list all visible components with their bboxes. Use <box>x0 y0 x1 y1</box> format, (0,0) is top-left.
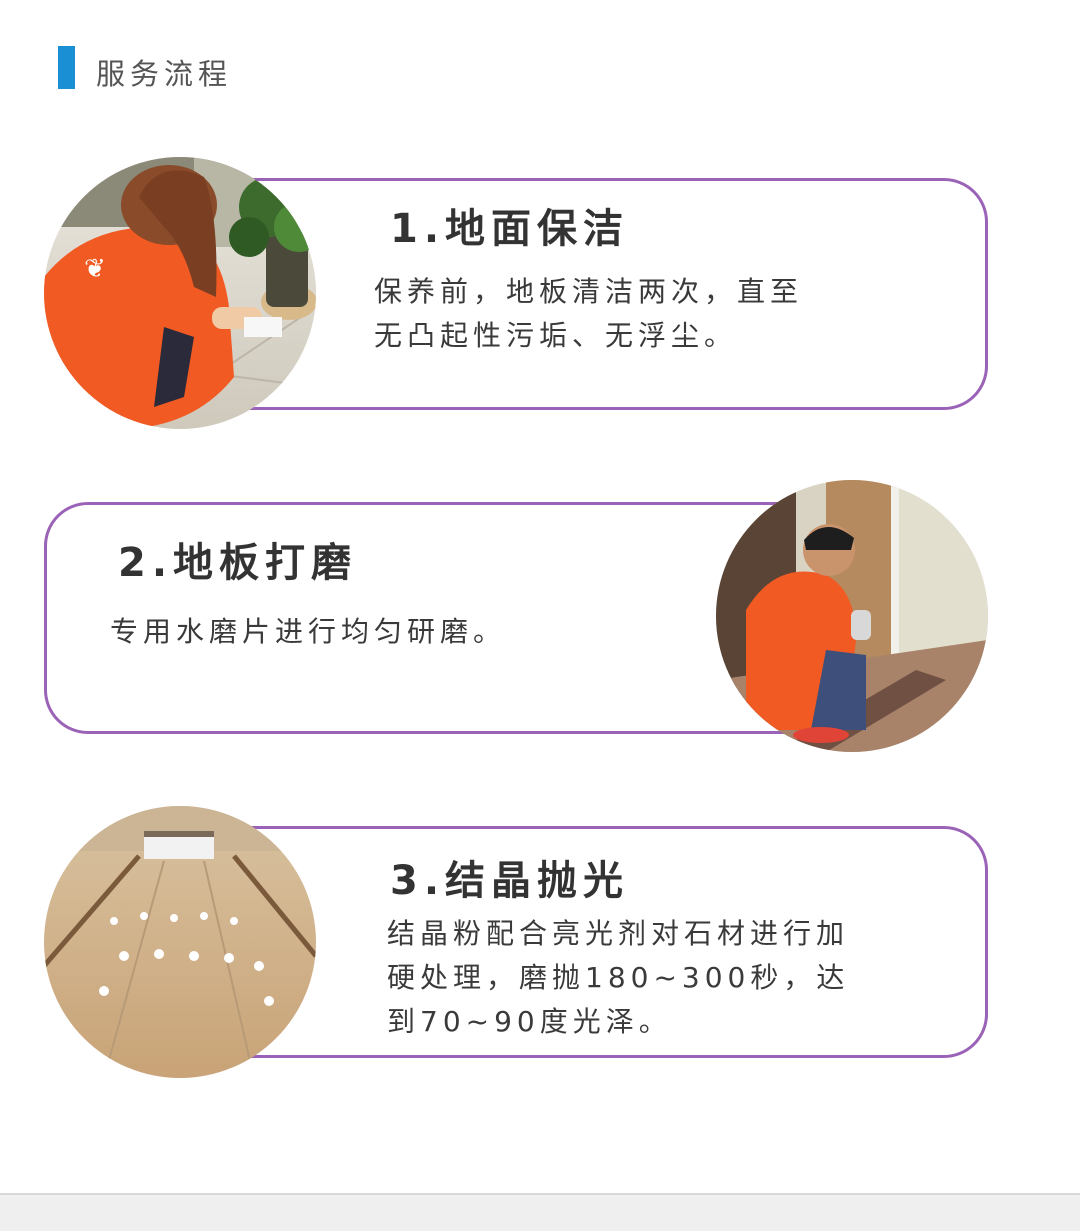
polished-marble-floor-photo <box>44 806 316 1078</box>
step-desc-line: 硬处理，磨抛180~300秒，达 <box>387 961 850 994</box>
header-accent-bar <box>58 46 75 89</box>
svg-text:❦: ❦ <box>84 254 106 284</box>
bottom-divider-strip <box>0 1193 1080 1231</box>
step-title-2: 2.地板打磨 <box>118 540 358 586</box>
step-desc-line: 无凸起性污垢、无浮尘。 <box>374 319 738 352</box>
page-title: 服务流程 <box>96 57 233 91</box>
step-desc-line: 专用水磨片进行均匀研磨。 <box>110 615 507 648</box>
step-desc-1: 保养前，地板清洁两次，直至 无凸起性污垢、无浮尘。 <box>374 270 803 358</box>
step-title-1: 1.地面保洁 <box>390 206 630 252</box>
step-desc-3: 结晶粉配合亮光剂对石材进行加 硬处理，磨抛180~300秒，达 到70~90度光… <box>387 912 849 1044</box>
step-desc-line: 结晶粉配合亮光剂对石材进行加 <box>387 917 850 950</box>
step-desc-2: 专用水磨片进行均匀研磨。 <box>110 610 506 654</box>
step-desc-line: 保养前，地板清洁两次，直至 <box>374 275 804 308</box>
worker-wiping-floor-photo: ❦ <box>44 157 316 429</box>
step-desc-line: 到70~90度光泽。 <box>387 1005 672 1038</box>
step-title-3: 3.结晶抛光 <box>390 858 630 904</box>
worker-grinding-floor-photo <box>716 480 988 752</box>
